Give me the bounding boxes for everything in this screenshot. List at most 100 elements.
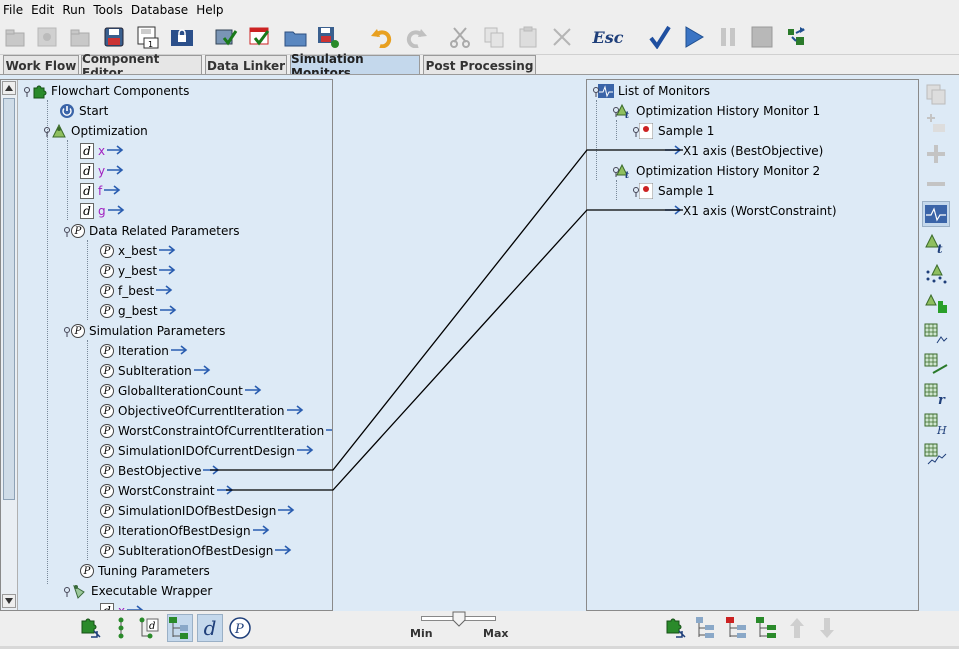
link-arrow-icon[interactable] [170, 344, 189, 358]
scatter-monitor-icon[interactable] [922, 261, 950, 287]
tree-green-icon[interactable] [754, 614, 780, 642]
scroll-down-icon[interactable] [2, 594, 16, 608]
tree-exec-var-x[interactable]: dx [100, 601, 145, 610]
link-arrow-icon[interactable] [104, 184, 122, 198]
new-icon[interactable] [1, 23, 29, 51]
component-filter-icon[interactable] [78, 614, 104, 642]
link-arrow-icon[interactable] [159, 304, 178, 318]
tree-variable-icon[interactable]: d [136, 614, 162, 642]
check-icon[interactable] [646, 23, 674, 51]
tree-param-global-iteration-count[interactable]: P GlobalIterationCount [100, 381, 263, 401]
tree-param-simulation-id-best[interactable]: P SimulationIDOfBestDesign [100, 501, 296, 521]
tab-simulation-monitors[interactable]: Simulation Monitors [290, 52, 420, 80]
copy-icon[interactable] [480, 23, 508, 51]
link-arrow-icon[interactable] [275, 544, 293, 558]
link-arrow-icon[interactable] [296, 444, 315, 458]
scroll-up-icon[interactable] [2, 81, 16, 95]
run-component-icon[interactable] [782, 23, 810, 51]
expanded-handle-icon[interactable] [632, 126, 640, 137]
run-icon[interactable] [680, 23, 708, 51]
validate-icon[interactable] [246, 23, 274, 51]
tree-sample-1b[interactable]: Sample 1 [632, 181, 714, 201]
tree-param-simulation-id-current[interactable]: P SimulationIDOfCurrentDesign [100, 441, 315, 461]
table-r-icon[interactable]: r [922, 381, 950, 407]
expanded-handle-icon[interactable] [23, 86, 31, 97]
expand-tree-icon[interactable] [693, 614, 719, 642]
link-arrow-icon[interactable] [107, 144, 125, 158]
tree-param-f-best[interactable]: Pf_best [100, 281, 174, 301]
save-icon[interactable] [100, 23, 128, 51]
tree-monitor-1[interactable]: t Optimization History Monitor 1 [612, 101, 820, 121]
link-arrow-icon[interactable] [326, 424, 332, 438]
link-arrow-icon[interactable] [159, 244, 177, 258]
tree-node-start[interactable]: Start [59, 101, 108, 121]
tab-post-processing[interactable]: Post Processing [423, 55, 536, 75]
tree-dots-icon[interactable] [108, 614, 134, 642]
table-line-icon[interactable] [922, 441, 950, 467]
add-small-icon[interactable] [922, 110, 950, 136]
stop-icon[interactable] [748, 23, 776, 51]
add-icon[interactable] [922, 141, 950, 167]
undo-icon[interactable] [368, 23, 396, 51]
tree-sample-1a[interactable]: Sample 1 [632, 121, 714, 141]
left-scrollbar[interactable] [1, 80, 18, 610]
move-up-icon[interactable] [784, 614, 810, 642]
link-arrow-icon[interactable] [203, 464, 221, 478]
link-arrow-icon[interactable] [286, 404, 305, 418]
monitor-view-icon[interactable] [922, 201, 950, 227]
expanded-handle-icon[interactable] [612, 166, 620, 177]
tree-param-iteration[interactable]: P Iteration [100, 341, 189, 361]
tree-root-flowchart[interactable]: Flowchart Components [23, 81, 189, 101]
expanded-handle-icon[interactable] [632, 186, 640, 197]
expanded-handle-icon[interactable] [63, 326, 71, 337]
tree-axis-best-objective[interactable]: X1 axis (BestObjective) [665, 141, 823, 161]
tree-param-worst-constraint-current[interactable]: P WorstConstraintOfCurrentIteration [100, 421, 332, 441]
collapse-tree-icon[interactable] [724, 614, 750, 642]
remove-icon[interactable] [922, 171, 950, 197]
tree-node-executable-wrapper[interactable]: Executable Wrapper [63, 581, 212, 601]
grayed-icon[interactable] [33, 23, 61, 51]
cut-icon[interactable] [446, 23, 474, 51]
copy-monitor-icon[interactable] [922, 81, 950, 107]
open-icon[interactable] [66, 23, 94, 51]
pause-icon[interactable] [714, 23, 742, 51]
add-component-icon[interactable] [663, 614, 689, 642]
expanded-handle-icon[interactable] [592, 86, 600, 97]
tree-param-y-best[interactable]: Py_best [100, 261, 177, 281]
tree-var-f[interactable]: df [80, 181, 122, 201]
menu-tools[interactable]: Tools [90, 3, 128, 17]
link-arrow-icon[interactable] [107, 204, 126, 218]
tab-work-flow[interactable]: Work Flow [3, 55, 79, 75]
tree-param-iteration-best[interactable]: P IterationOfBestDesign [100, 521, 271, 541]
paste-icon[interactable] [514, 23, 542, 51]
tree-param-subiteration-best[interactable]: P SubIterationOfBestDesign [100, 541, 293, 561]
tree-param-x-best[interactable]: Px_best [100, 241, 177, 261]
menu-help[interactable]: Help [193, 3, 228, 17]
save-as-icon[interactable]: 1 [134, 23, 162, 51]
tab-data-linker[interactable]: Data Linker [205, 55, 287, 75]
move-down-icon[interactable] [814, 614, 840, 642]
menu-database[interactable]: Database [128, 3, 193, 17]
link-arrow-icon[interactable] [252, 524, 271, 538]
tree-node-optimization[interactable]: Optimization [43, 121, 148, 141]
table-h-icon[interactable]: H [922, 411, 950, 437]
link-arrow-icon[interactable] [107, 164, 125, 178]
table-trend-icon[interactable] [922, 351, 950, 377]
table-xy-icon[interactable] [922, 321, 950, 347]
menu-run[interactable]: Run [59, 3, 90, 17]
tree-param-objective-current[interactable]: P ObjectiveOfCurrentIteration [100, 401, 305, 421]
tree-param-worst-constraint[interactable]: P WorstConstraint [100, 481, 235, 501]
menu-file[interactable]: File [0, 3, 28, 17]
tab-component-editor[interactable]: Component Editor [81, 52, 202, 80]
expanded-handle-icon[interactable] [63, 586, 71, 597]
tree-var-g[interactable]: dg [80, 201, 126, 221]
folder-icon[interactable] [282, 23, 310, 51]
expanded-handle-icon[interactable] [612, 106, 620, 117]
zoom-slider-thumb[interactable] [452, 611, 466, 627]
tree-node-tuning-params[interactable]: P Tuning Parameters [80, 561, 210, 581]
bar-monitor-icon[interactable] [922, 291, 950, 317]
tree-axis-worst-constraint[interactable]: X1 axis (WorstConstraint) [665, 201, 837, 221]
link-arrow-icon[interactable] [159, 264, 177, 278]
tree-root-monitors[interactable]: List of Monitors [592, 81, 710, 101]
menu-edit[interactable]: Edit [28, 3, 59, 17]
